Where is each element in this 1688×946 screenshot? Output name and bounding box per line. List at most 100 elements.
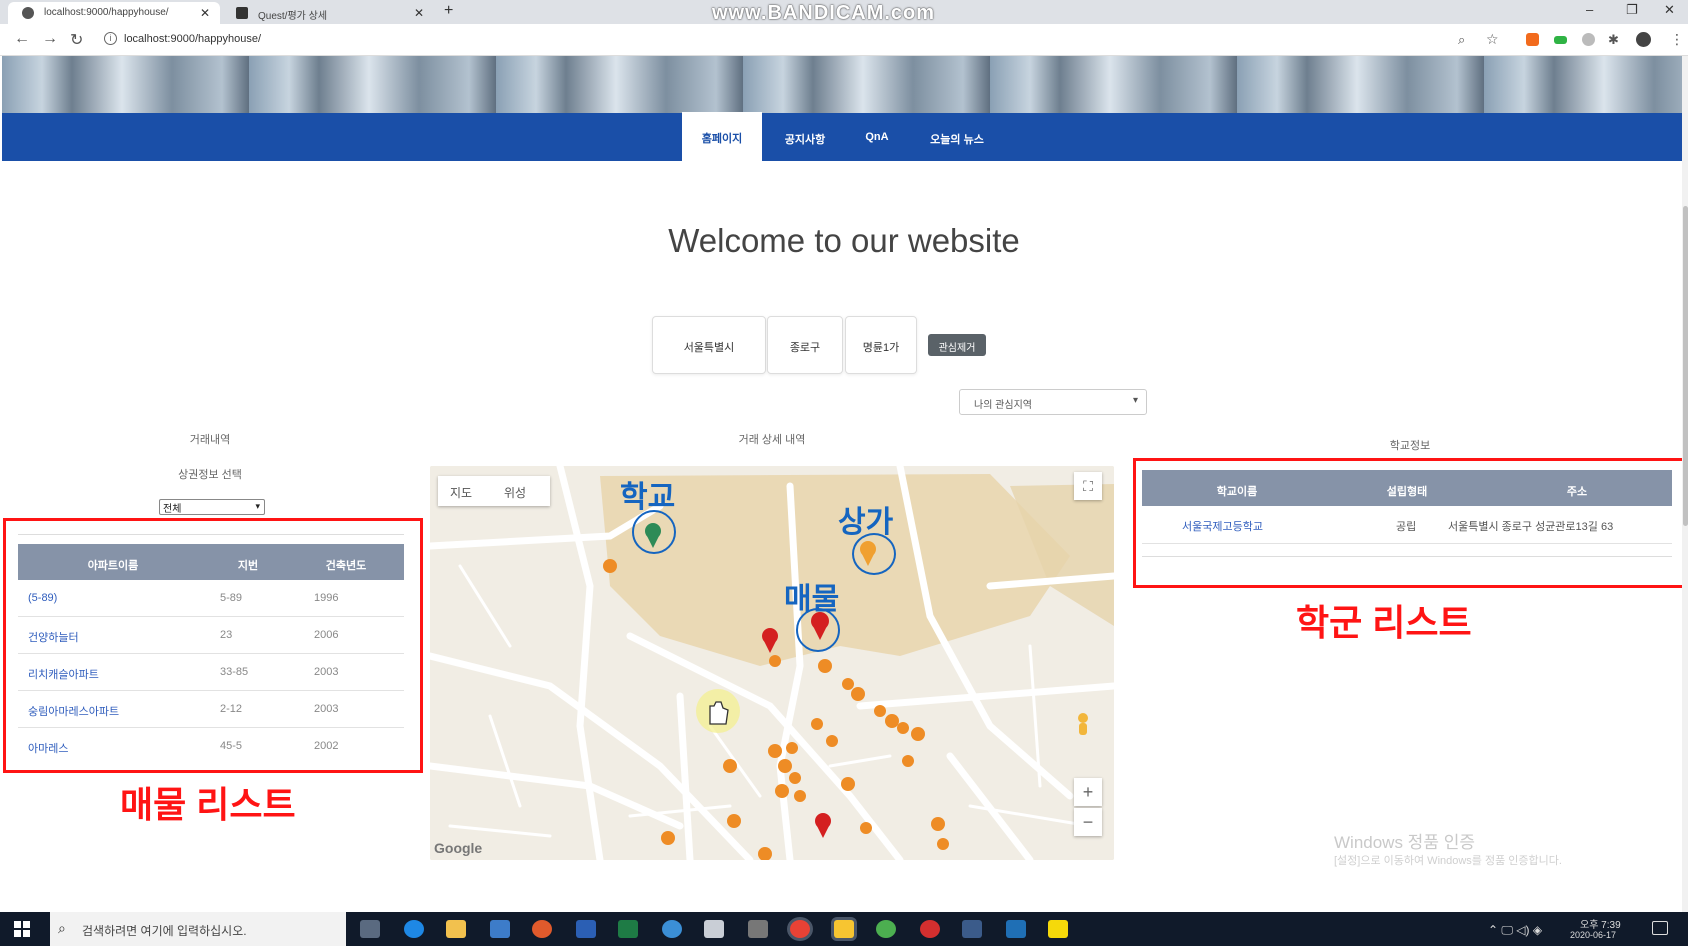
extension-icon[interactable] (1582, 33, 1595, 46)
map-type-map[interactable]: 지도 (450, 484, 472, 501)
file-explorer-icon[interactable] (446, 920, 466, 938)
forward-icon[interactable]: → (42, 30, 58, 48)
calculator-icon[interactable] (748, 920, 768, 938)
district-select[interactable]: 종로구 (767, 316, 843, 374)
store-marker-circle (852, 533, 896, 575)
taskbar-search-placeholder: 검색하려면 여기에 입력하십시오. (82, 924, 247, 938)
back-icon[interactable]: ← (14, 30, 30, 48)
app-icon[interactable] (962, 920, 982, 938)
map-markers-layer (603, 523, 1088, 860)
school-list-highlight (1133, 458, 1687, 588)
chevron-down-icon: ▾ (255, 501, 260, 511)
taskbar-date[interactable]: 2020-06-17 (1570, 930, 1616, 940)
city-select[interactable]: 서울특별시 (652, 316, 766, 374)
browser-tab-happyhouse[interactable]: localhost:9000/happyhouse/ ✕ (8, 2, 220, 24)
bandicam-icon[interactable] (920, 920, 940, 938)
map-type-control: 지도 위성 (438, 476, 550, 506)
url-field[interactable]: localhost:9000/happyhouse/ (124, 33, 261, 45)
school-annotation: 학교 (620, 481, 676, 514)
commercial-select-value: 전체 (163, 504, 182, 515)
chevron-down-icon: ▾ (1132, 395, 1138, 406)
reload-icon[interactable]: ↻ (70, 30, 83, 50)
nav-home[interactable]: 홈페이지 (682, 112, 762, 161)
google-logo: Google (434, 840, 483, 856)
store-marker-group[interactable] (603, 559, 949, 860)
nav-qna[interactable]: QnA (850, 113, 904, 161)
search-icon: ⌕ (58, 920, 66, 936)
taskbar-time[interactable]: 오후 7:39 (1580, 916, 1621, 931)
app-icon[interactable] (704, 920, 724, 938)
property-list-annotation: 매물 리스트 (120, 784, 296, 825)
nav-notice[interactable]: 공지사항 (770, 113, 840, 161)
property-marker-circle (796, 608, 840, 652)
app-icon[interactable] (490, 920, 510, 938)
task-view-icon[interactable] (360, 920, 380, 938)
app-icon[interactable] (876, 920, 896, 938)
map-view[interactable] (430, 466, 1114, 860)
property-marker[interactable] (815, 813, 831, 838)
page-title: Welcome to our website (668, 222, 1020, 259)
tray-icons[interactable]: ⌃ 🖵 ◁) ◈ (1488, 923, 1542, 938)
close-window-icon[interactable]: ✕ (1664, 2, 1675, 18)
school-section-title: 학교정보 (1389, 440, 1431, 452)
bookmark-star-icon[interactable]: ☆ (1486, 31, 1499, 48)
commercial-info-select[interactable]: 전체 ▾ (159, 499, 265, 515)
close-tab-icon[interactable]: ✕ (414, 6, 424, 20)
excel-icon[interactable] (618, 920, 638, 938)
profile-avatar-icon[interactable] (1636, 32, 1651, 47)
favicon-icon (22, 7, 34, 19)
detail-section-title: 거래 상세 내역 (738, 434, 806, 446)
property-list-highlight (3, 518, 423, 773)
extension-icon[interactable] (1526, 33, 1539, 46)
scrollbar-thumb[interactable] (1683, 206, 1688, 526)
app-icon[interactable] (532, 920, 552, 938)
interest-select-value: 나의 관심지역 (974, 400, 1032, 411)
tab-title: localhost:9000/happyhouse/ (44, 7, 169, 18)
interest-area-select[interactable]: 나의 관심지역 ▾ (959, 389, 1147, 415)
puzzle-icon[interactable]: ✱ (1608, 32, 1619, 48)
restore-icon[interactable]: ❐ (1626, 2, 1638, 18)
notification-icon[interactable] (1652, 921, 1668, 935)
close-tab-icon[interactable]: ✕ (200, 6, 210, 20)
favicon-icon (236, 7, 248, 19)
minimize-icon[interactable]: – (1586, 2, 1593, 17)
dong-select[interactable]: 명륜1가 (845, 316, 917, 374)
fullscreen-icon[interactable]: ⛶ (1074, 472, 1102, 500)
word-icon[interactable] (576, 920, 596, 938)
cursor-hand-icon (696, 689, 740, 733)
recorder-watermark: www.BANDICAM.com (712, 2, 936, 24)
header-banner-image (2, 56, 1682, 113)
chrome-icon[interactable] (790, 920, 810, 938)
ie-icon[interactable] (662, 920, 682, 938)
property-marker[interactable] (762, 628, 778, 653)
browser-tab-quest[interactable]: Quest/평가 상세 ✕ (222, 2, 434, 24)
windows-activation-text: [설정]으로 이동하여 Windows를 정품 인증합니다. (1334, 855, 1562, 867)
pegman-icon[interactable] (1078, 713, 1088, 735)
extension-icon[interactable] (1554, 36, 1567, 44)
school-marker-circle (632, 510, 676, 554)
tab-title: Quest/평가 상세 (258, 11, 328, 22)
commercial-info-label: 상권정보 선택 (178, 469, 242, 481)
remove-interest-button[interactable]: 관심제거 (928, 334, 986, 356)
kakaotalk-icon[interactable] (1048, 920, 1068, 938)
sticky-notes-icon[interactable] (834, 920, 854, 938)
app-icon[interactable] (1006, 920, 1026, 938)
windows-taskbar: ⌕ 검색하려면 여기에 입력하십시오. ⌃ 🖵 ◁) ◈ 오후 7:39 202… (0, 912, 1688, 946)
more-menu-icon[interactable]: ⋮ (1670, 31, 1684, 48)
zoom-in-button[interactable]: + (1074, 778, 1102, 806)
edge-icon[interactable] (404, 920, 424, 938)
nav-news[interactable]: 오늘의 뉴스 (912, 113, 1002, 161)
taskbar-search-box[interactable]: ⌕ 검색하려면 여기에 입력하십시오. (50, 912, 346, 946)
main-nav: 홈페이지 공지사항 QnA 오늘의 뉴스 (2, 112, 1682, 161)
transaction-section-title: 거래내역 (189, 434, 231, 446)
windows-activation-title: Windows 정품 인증 (1334, 833, 1475, 852)
zoom-out-button[interactable]: − (1074, 808, 1102, 836)
site-info-icon[interactable]: i (104, 32, 117, 45)
school-list-annotation: 학군 리스트 (1296, 602, 1472, 643)
new-tab-icon[interactable]: + (444, 2, 453, 20)
zoom-icon[interactable]: ⌕ (1458, 32, 1465, 48)
browser-tab-bar: localhost:9000/happyhouse/ ✕ Quest/평가 상세… (0, 0, 1688, 24)
address-bar-row: ← → ↻ i localhost:9000/happyhouse/ ⌕ ☆ ✱… (0, 24, 1688, 56)
map-type-satellite[interactable]: 위성 (504, 484, 526, 501)
windows-start-icon[interactable] (14, 921, 30, 937)
